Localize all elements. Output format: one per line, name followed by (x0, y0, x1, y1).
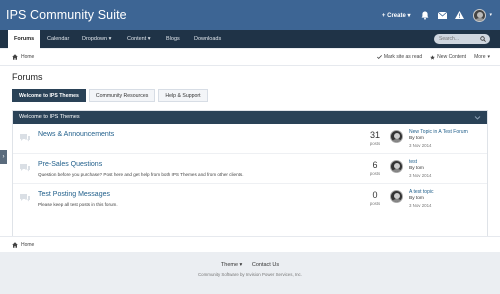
page-title: Forums (12, 72, 43, 82)
nav-dropdown[interactable]: Dropdown ▾ (76, 30, 117, 48)
forum-description: Question before you purchase? Post here … (38, 172, 244, 177)
post-count: 0 (372, 190, 378, 200)
chevron-down-icon[interactable] (474, 114, 481, 121)
avatar[interactable] (390, 130, 403, 143)
last-post-author[interactable]: By tom (409, 196, 424, 201)
breadcrumb-home[interactable]: Home (21, 54, 34, 60)
avatar[interactable] (390, 160, 403, 173)
last-post-title[interactable]: A test topic (409, 189, 433, 195)
forum-description: Please keep all test posts in this forum… (38, 202, 118, 207)
chevron-down-icon: ▾ (407, 12, 411, 19)
category-tabs: Welcome to IPS Themes Community Resource… (12, 89, 211, 102)
nav-content[interactable]: Content ▾ (121, 30, 157, 48)
sidebar-toggle-handle[interactable]: › (0, 150, 7, 164)
search-placeholder: Search... (439, 36, 460, 42)
bell-icon[interactable] (420, 10, 430, 20)
mark-read-link[interactable]: Mark site as read (376, 54, 422, 60)
envelope-icon[interactable] (437, 10, 447, 20)
last-post-title[interactable]: New Topic in A Test Forum (409, 129, 468, 135)
nav-blogs[interactable]: Blogs (160, 30, 186, 48)
new-content-link[interactable]: New Content (430, 54, 466, 60)
forum-title[interactable]: Pre-Sales Questions (38, 161, 102, 168)
nav-downloads[interactable]: Downloads (188, 30, 227, 48)
forum-chat-icon (20, 194, 30, 202)
forum-chat-icon (20, 164, 30, 172)
more-menu[interactable]: More ▾ (474, 54, 490, 60)
contact-link[interactable]: Contact Us (252, 262, 279, 268)
forum-row[interactable]: Pre-Sales Questions Question before you … (13, 154, 487, 184)
site-header: IPS Community Suite + Create ▾ ▾ (0, 0, 500, 30)
last-post-date: 3 Nov 2014 (409, 173, 432, 178)
last-post-title[interactable]: test (409, 159, 417, 165)
breadcrumb-bar: Home Mark site as read New Content More … (0, 49, 500, 66)
last-post-date: 3 Nov 2014 (409, 143, 432, 148)
chevron-down-icon: ▾ (487, 54, 490, 60)
tab-welcome[interactable]: Welcome to IPS Themes (12, 89, 86, 102)
post-count-label: posts (369, 141, 381, 146)
user-bar: + Create ▾ ▾ (382, 7, 492, 23)
tab-help-support[interactable]: Help & Support (158, 89, 208, 102)
post-count: 6 (372, 160, 378, 170)
category-box: Welcome to IPS Themes News & Announcemen… (12, 110, 488, 240)
chevron-down-icon[interactable]: ▾ (489, 12, 492, 18)
forum-row[interactable]: Test Posting Messages Please keep all te… (13, 184, 487, 214)
breadcrumb-actions: Mark site as read New Content More ▾ (369, 54, 490, 60)
category-title[interactable]: Welcome to IPS Themes (19, 114, 80, 120)
check-icon (376, 55, 382, 59)
bottom-breadcrumb-bar: Home (0, 236, 500, 252)
home-icon (12, 242, 18, 248)
forum-title[interactable]: News & Announcements (38, 131, 114, 138)
forum-title[interactable]: Test Posting Messages (38, 191, 110, 198)
user-avatar[interactable] (473, 8, 487, 22)
create-button[interactable]: + Create ▾ (382, 12, 411, 19)
footer-links: Theme ▾ Contact Us (0, 262, 500, 268)
nav-calendar[interactable]: Calendar (41, 30, 75, 48)
post-count-label: posts (369, 171, 381, 176)
breadcrumb[interactable]: Home (12, 54, 34, 60)
category-header: Welcome to IPS Themes (13, 111, 487, 124)
site-logo[interactable]: IPS Community Suite (6, 8, 127, 22)
breadcrumb[interactable]: Home (12, 242, 34, 248)
post-count: 31 (369, 130, 380, 140)
last-post-date: 3 Nov 2014 (409, 203, 432, 208)
warning-icon[interactable] (454, 10, 464, 20)
search-input[interactable]: Search... (434, 34, 490, 44)
last-post-author[interactable]: By tom (409, 136, 424, 141)
main-content: Forums Welcome to IPS Themes Community R… (0, 66, 500, 252)
main-nav: Forums Calendar Dropdown ▾ Content ▾ Blo… (0, 30, 500, 49)
theme-selector[interactable]: Theme ▾ (221, 262, 242, 268)
star-icon (430, 54, 435, 60)
search-icon[interactable] (480, 36, 486, 42)
forum-chat-icon (20, 134, 30, 142)
last-post-author[interactable]: By tom (409, 166, 424, 171)
create-label: Create (387, 12, 406, 19)
breadcrumb-home[interactable]: Home (21, 242, 34, 248)
copyright[interactable]: Community Software by Invision Power Ser… (0, 272, 500, 277)
nav-forums[interactable]: Forums (8, 30, 41, 49)
forum-row[interactable]: News & Announcements 31 posts New Topic … (13, 124, 487, 154)
home-icon (12, 54, 18, 60)
post-count-label: posts (369, 201, 381, 206)
avatar[interactable] (390, 190, 403, 203)
tab-community-resources[interactable]: Community Resources (88, 89, 156, 102)
plus-icon: + (381, 12, 386, 19)
